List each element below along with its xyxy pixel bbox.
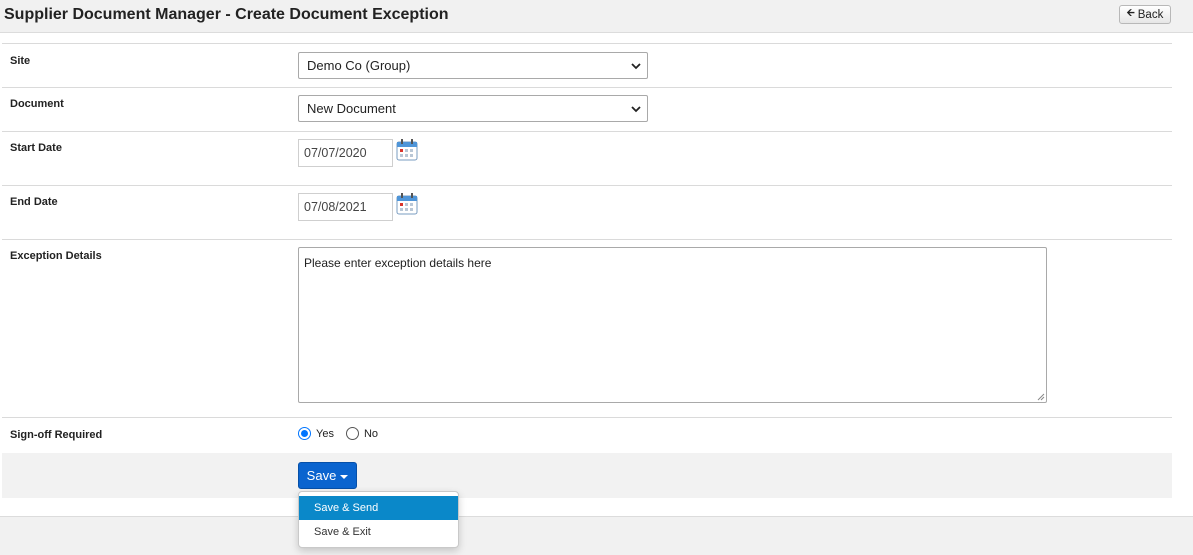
menu-item-save-exit[interactable]: Save & Exit [299,520,458,544]
page-title: Supplier Document Manager - Create Docum… [4,6,449,23]
calendar-icon[interactable] [396,193,418,215]
chevron-down-icon [631,63,641,70]
calendar-icon[interactable] [396,139,418,161]
exception-details-text: Please enter exception details here [304,256,492,270]
menu-item-save-send[interactable]: Save & Send [299,496,458,520]
caret-down-icon [340,474,349,479]
site-select[interactable]: Demo Co (Group) [298,52,648,79]
document-label: Document [10,98,64,110]
sign-off-yes-radio[interactable] [298,426,311,440]
site-select-value: Demo Co (Group) [307,58,411,73]
end-date-label: End Date [10,196,58,208]
document-row: Document New Document [2,87,1172,132]
resize-grip-icon[interactable] [1036,392,1045,401]
sign-off-radio-group: Yes No [298,426,390,440]
sign-off-row: Sign-off Required Yes No [2,417,1172,453]
chevron-down-icon [631,106,641,113]
exception-form: Site Demo Co (Group) Document New Docume… [2,43,1172,499]
document-select-value: New Document [307,101,396,116]
save-button[interactable]: Save [298,462,357,489]
sign-off-no-radio[interactable] [345,426,359,440]
end-date-row: End Date 07/08/2021 [2,185,1172,240]
end-date-input[interactable]: 07/08/2021 [298,193,393,221]
document-select[interactable]: New Document [298,95,648,122]
save-button-label: Save [306,468,337,483]
start-date-label: Start Date [10,142,62,154]
site-label: Site [10,55,31,67]
page-footer [0,516,1193,555]
sign-off-no-label: No [363,428,379,440]
sign-off-label: Sign-off Required [10,429,103,441]
exception-details-label: Exception Details [10,250,102,262]
back-arrow-icon: 🡨 [1126,8,1135,19]
start-date-input[interactable]: 07/07/2020 [298,139,393,167]
exception-details-textarea[interactable]: Please enter exception details here [298,247,1047,403]
back-button-label: Back [1137,8,1164,21]
start-date-row: Start Date 07/07/2020 [2,131,1172,186]
form-actions: Save [2,453,1172,498]
site-row: Site Demo Co (Group) [2,44,1172,88]
page-header: Supplier Document Manager - Create Docum… [0,0,1193,33]
save-dropdown-menu: Save & Send Save & Exit [298,491,459,548]
exception-details-row: Exception Details Please enter exception… [2,239,1172,418]
sign-off-yes-label: Yes [316,428,334,440]
back-button[interactable]: 🡨 Back [1119,5,1171,24]
